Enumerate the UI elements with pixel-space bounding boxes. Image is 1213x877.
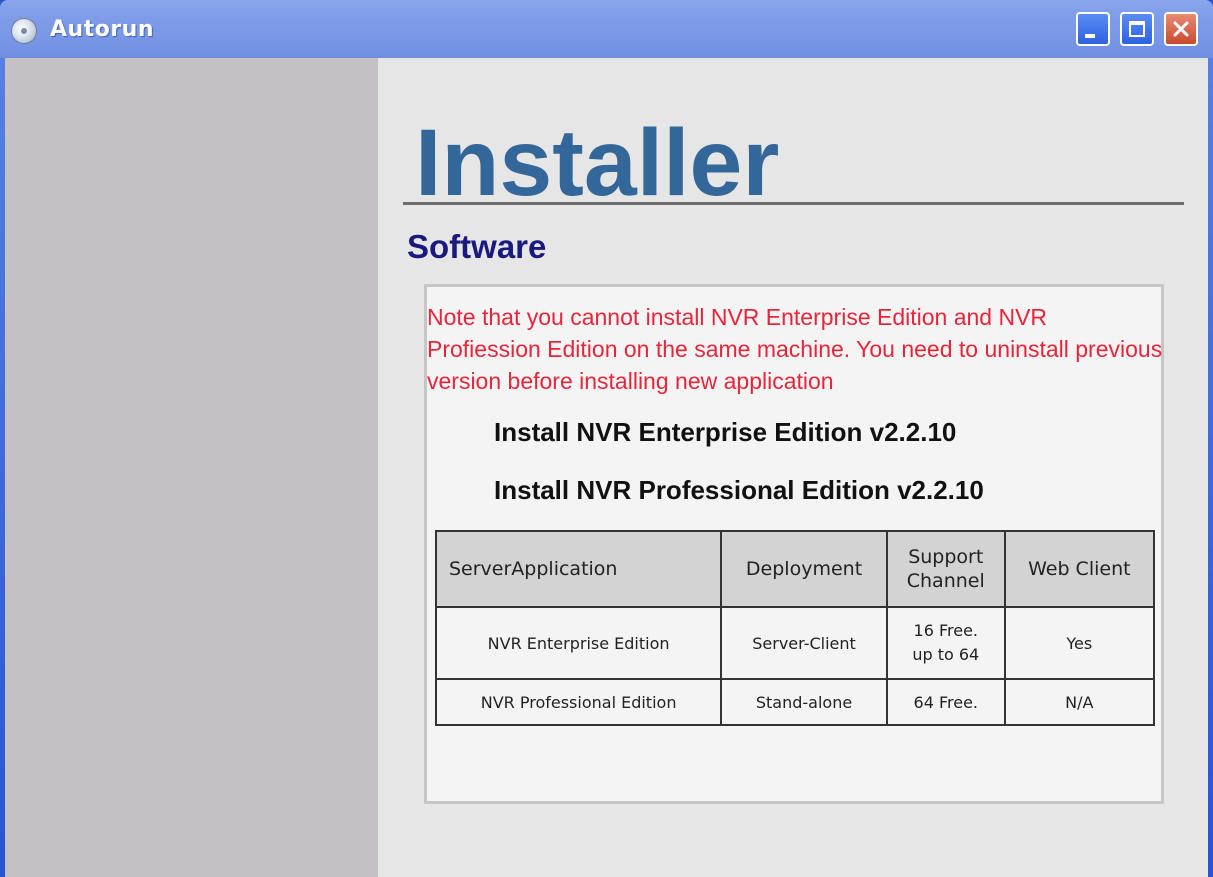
minimize-button[interactable]: [1076, 12, 1110, 46]
header-support-channel: Support Channel: [885, 530, 1006, 608]
cell-web-client: Yes: [1003, 606, 1156, 680]
section-title: Software: [407, 228, 547, 265]
window-title: Autorun: [50, 17, 154, 42]
install-panel: Note that you cannot install NVR Enterpr…: [424, 284, 1164, 804]
header-web-client: Web Client: [1003, 530, 1156, 608]
header-server-application: ServerApplication: [434, 530, 723, 608]
cell-web-client: N/A: [1003, 678, 1156, 726]
cell-support-line2: up to 64: [912, 645, 980, 664]
table-row: NVR Enterprise Edition Server-Client 16 …: [434, 606, 1156, 680]
cell-support-channel: 16 Free. up to 64: [885, 606, 1006, 680]
maximize-button[interactable]: [1120, 12, 1154, 46]
cell-application: NVR Enterprise Edition: [434, 606, 723, 680]
table-header-row: ServerApplication Deployment Support Cha…: [434, 530, 1156, 608]
table-row: NVR Professional Edition Stand-alone 64 …: [434, 678, 1156, 726]
cell-support-channel: 64 Free.: [885, 678, 1006, 726]
install-enterprise-link[interactable]: Install NVR Enterprise Edition v2.2.10: [494, 417, 956, 448]
warning-note: Note that you cannot install NVR Enterpr…: [427, 304, 1163, 394]
page-title: Installer: [415, 110, 780, 216]
close-button[interactable]: [1164, 12, 1198, 46]
editions-table: ServerApplication Deployment Support Cha…: [434, 530, 1156, 726]
autorun-window: Autorun Installer Software Note that you…: [0, 0, 1213, 877]
header-deployment: Deployment: [720, 530, 888, 608]
cell-deployment: Stand-alone: [720, 678, 888, 726]
cell-support-line1: 16 Free.: [913, 621, 978, 640]
cell-application: NVR Professional Edition: [434, 678, 723, 726]
install-professional-link[interactable]: Install NVR Professional Edition v2.2.10: [494, 475, 984, 506]
title-divider: [403, 202, 1184, 205]
cell-deployment: Server-Client: [720, 606, 888, 680]
header-support-line1: Support: [908, 546, 984, 568]
title-bar[interactable]: Autorun: [0, 0, 1213, 58]
window-content: Installer Software Note that you cannot …: [5, 58, 1208, 877]
header-support-line2: Channel: [906, 570, 985, 592]
cd-disc-icon: [12, 19, 36, 43]
close-icon: [1173, 21, 1189, 37]
left-panel: [5, 58, 378, 877]
